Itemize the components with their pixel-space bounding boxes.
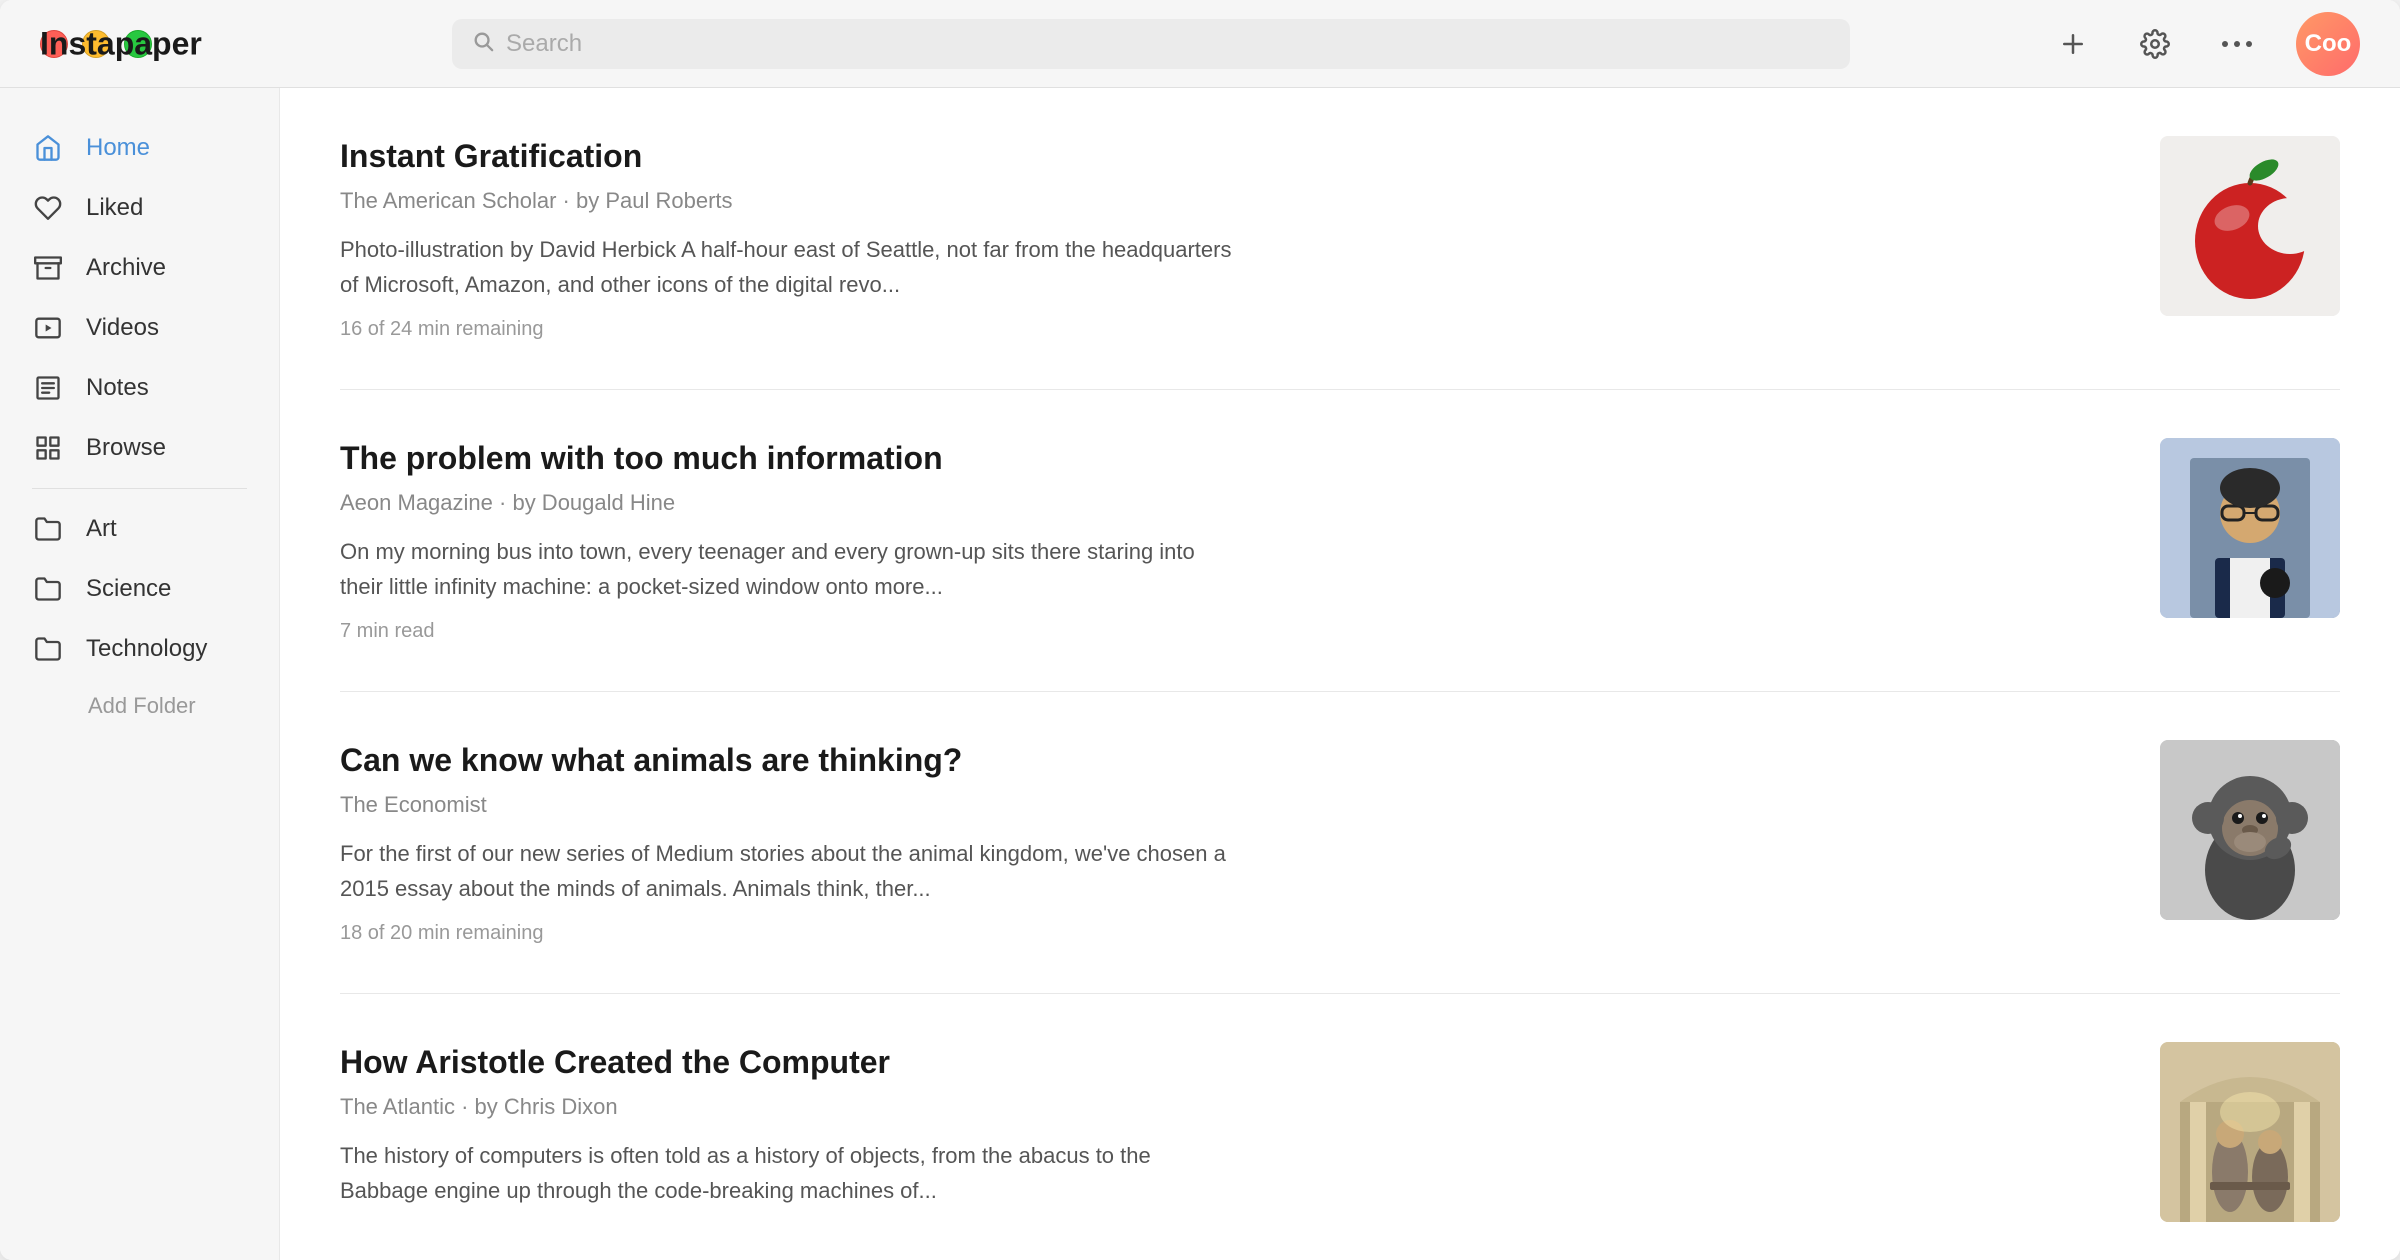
- add-button[interactable]: [2050, 21, 2096, 67]
- article-item[interactable]: The problem with too much information Ae…: [340, 390, 2340, 692]
- article-excerpt: Photo-illustration by David Herbick A ha…: [340, 232, 1240, 302]
- folder-technology-icon: [32, 633, 64, 665]
- sidebar-item-notes-label: Notes: [86, 374, 149, 402]
- search-icon: [472, 30, 494, 57]
- toolbar-right: Coo: [2050, 12, 2360, 76]
- article-item[interactable]: Can we know what animals are thinking? T…: [340, 692, 2340, 994]
- sidebar-item-archive[interactable]: Archive: [0, 238, 279, 298]
- article-title: Instant Gratification: [340, 136, 2120, 178]
- article-text: How Aristotle Created the Computer The A…: [340, 1042, 2120, 1224]
- more-button[interactable]: [2214, 31, 2260, 57]
- article-meta: 7 min read: [340, 620, 2120, 643]
- sidebar-item-art[interactable]: Art: [0, 499, 279, 559]
- sidebar-item-browse[interactable]: Browse: [0, 418, 279, 478]
- app-logo: Instapaper: [40, 25, 202, 62]
- avatar[interactable]: Coo: [2296, 12, 2360, 76]
- settings-button[interactable]: [2132, 21, 2178, 67]
- sidebar-item-technology[interactable]: Technology: [0, 619, 279, 679]
- article-item[interactable]: Instant Gratification The American Schol…: [340, 88, 2340, 390]
- sidebar-item-home[interactable]: Home: [0, 118, 279, 178]
- article-text: Can we know what animals are thinking? T…: [340, 740, 2120, 945]
- article-thumbnail: [2160, 136, 2340, 316]
- article-source: Aeon Magazine · by Dougald Hine: [340, 490, 2120, 516]
- sidebar-item-notes[interactable]: Notes: [0, 358, 279, 418]
- sidebar: Home Liked Archive: [0, 88, 280, 1260]
- video-icon: [32, 312, 64, 344]
- article-source: The Economist: [340, 792, 2120, 818]
- add-folder-button[interactable]: Add Folder: [0, 679, 279, 733]
- sidebar-divider: [32, 488, 247, 489]
- sidebar-item-home-label: Home: [86, 134, 150, 162]
- sidebar-item-browse-label: Browse: [86, 434, 166, 462]
- sidebar-item-science-label: Science: [86, 575, 171, 603]
- article-text: The problem with too much information Ae…: [340, 438, 2120, 643]
- search-input[interactable]: [506, 30, 1830, 58]
- article-text: Instant Gratification The American Schol…: [340, 136, 2120, 341]
- article-meta: 18 of 20 min remaining: [340, 922, 2120, 945]
- sidebar-item-science[interactable]: Science: [0, 559, 279, 619]
- article-title: The problem with too much information: [340, 438, 2120, 480]
- main-layout: Home Liked Archive: [0, 88, 2400, 1260]
- article-title: Can we know what animals are thinking?: [340, 740, 2120, 782]
- article-meta: 16 of 24 min remaining: [340, 318, 2120, 341]
- folder-art-icon: [32, 513, 64, 545]
- browse-icon: [32, 432, 64, 464]
- article-source: The Atlantic · by Chris Dixon: [340, 1094, 2120, 1120]
- article-thumbnail: [2160, 740, 2340, 920]
- sidebar-item-liked-label: Liked: [86, 194, 143, 222]
- archive-icon: [32, 252, 64, 284]
- article-excerpt: For the first of our new series of Mediu…: [340, 836, 1240, 906]
- home-icon: [32, 132, 64, 164]
- article-title: How Aristotle Created the Computer: [340, 1042, 2120, 1084]
- sidebar-item-archive-label: Archive: [86, 254, 166, 282]
- article-thumbnail: [2160, 438, 2340, 618]
- app-window: Instapaper: [0, 0, 2400, 1260]
- sidebar-item-art-label: Art: [86, 515, 117, 543]
- article-excerpt: The history of computers is often told a…: [340, 1138, 1240, 1208]
- sidebar-item-liked[interactable]: Liked: [0, 178, 279, 238]
- sidebar-item-videos[interactable]: Videos: [0, 298, 279, 358]
- article-list: Instant Gratification The American Schol…: [280, 88, 2400, 1260]
- titlebar: Instapaper: [0, 0, 2400, 88]
- sidebar-item-videos-label: Videos: [86, 314, 159, 342]
- article-thumbnail: [2160, 1042, 2340, 1222]
- folder-science-icon: [32, 573, 64, 605]
- notes-icon: [32, 372, 64, 404]
- sidebar-item-technology-label: Technology: [86, 635, 207, 663]
- article-item[interactable]: How Aristotle Created the Computer The A…: [340, 994, 2340, 1260]
- search-bar: [452, 19, 1850, 69]
- article-excerpt: On my morning bus into town, every teena…: [340, 534, 1240, 604]
- article-source: The American Scholar · by Paul Roberts: [340, 188, 2120, 214]
- heart-icon: [32, 192, 64, 224]
